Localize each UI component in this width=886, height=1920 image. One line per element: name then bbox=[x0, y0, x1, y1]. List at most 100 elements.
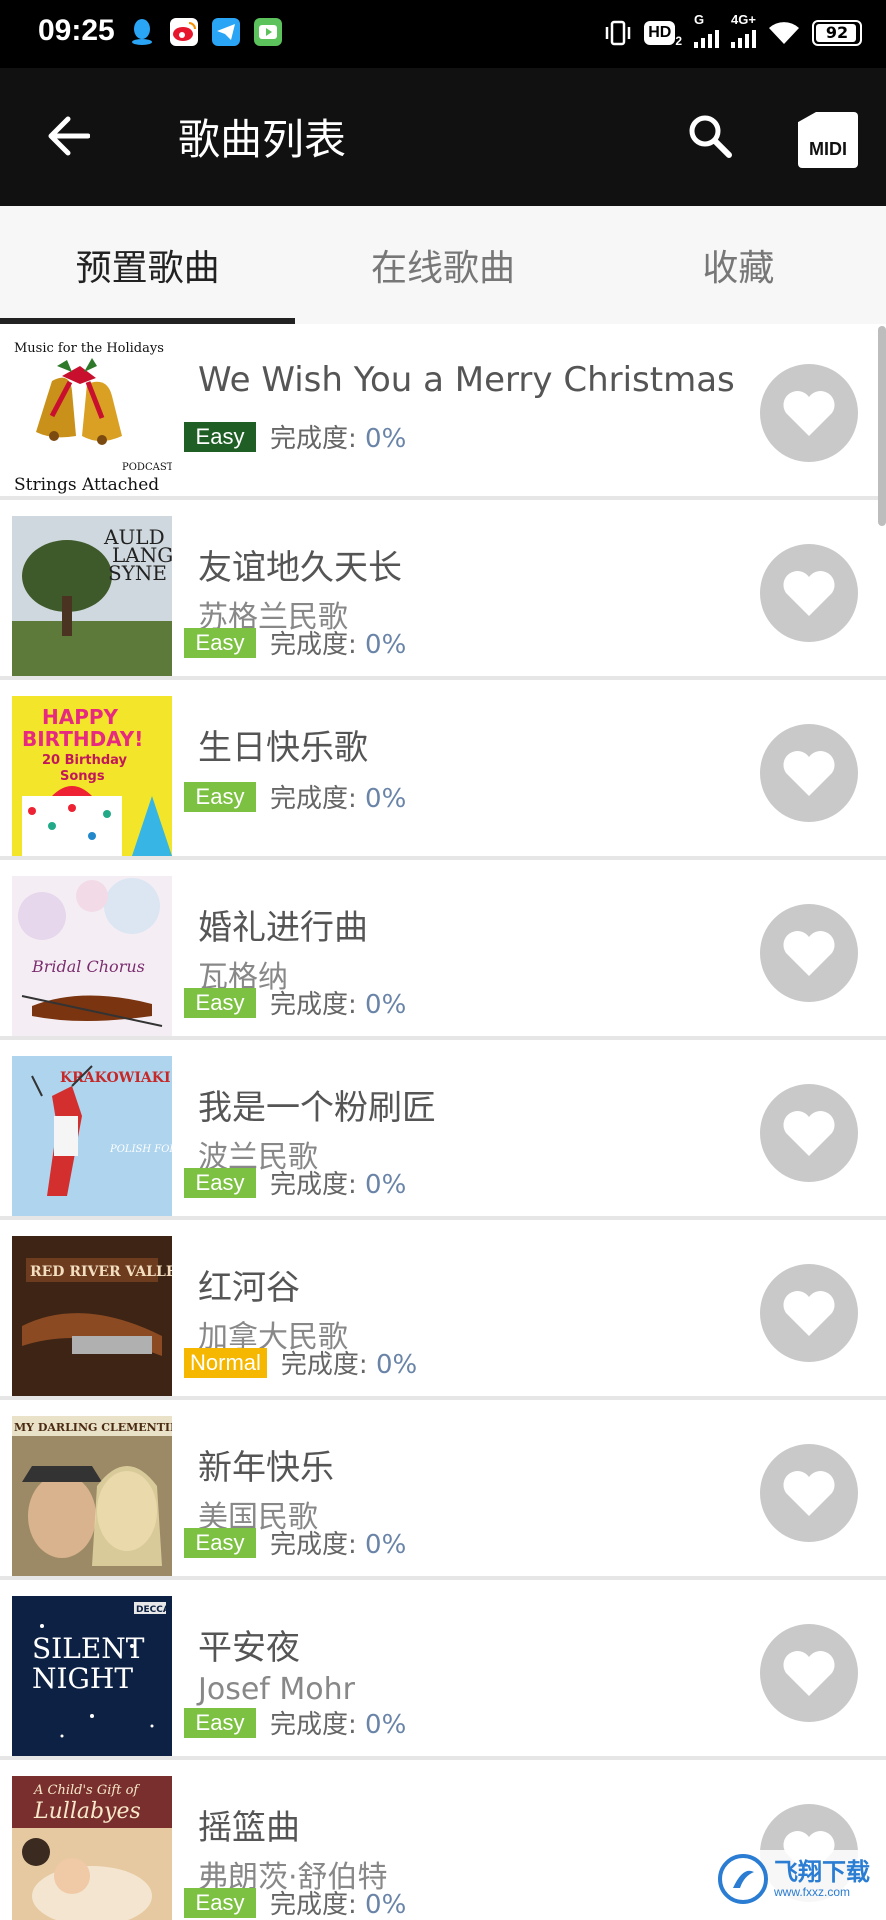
progress-label: 完成度: bbox=[270, 1170, 357, 1200]
song-meta: Easy 完成度: 0% bbox=[184, 418, 406, 455]
battery-level: 92 bbox=[825, 23, 849, 42]
back-button[interactable] bbox=[40, 108, 96, 164]
watermark-sub: www.fxxz.com bbox=[774, 1885, 851, 1899]
album-cover: KRAKOWIAKI POLISH FOLK MUSIC bbox=[12, 1056, 172, 1216]
album-cover: Music for the Holidays PODCAST Strings A… bbox=[12, 336, 172, 496]
difficulty-badge: Easy bbox=[184, 1167, 256, 1198]
cover-text: Lullabyes bbox=[33, 1799, 141, 1824]
progress-text: 完成度: 0% bbox=[270, 1884, 406, 1920]
progress-text: 完成度: 0% bbox=[270, 1164, 406, 1201]
song-title: 友谊地久天长 bbox=[198, 548, 402, 588]
song-title: We Wish You a Merry Christmas bbox=[198, 360, 735, 400]
favorite-button[interactable] bbox=[760, 1444, 858, 1542]
difficulty-badge: Easy bbox=[184, 421, 256, 452]
album-cover: Bridal Chorus bbox=[12, 876, 172, 1036]
watermark-text: 飞翔下载 www.fxxz.com bbox=[774, 1859, 870, 1899]
progress-value: 0% bbox=[365, 1890, 407, 1920]
heart-icon bbox=[783, 1650, 835, 1696]
difficulty-badge: Easy bbox=[184, 1887, 256, 1918]
favorite-button[interactable] bbox=[760, 1264, 858, 1362]
heart-icon bbox=[783, 1290, 835, 1336]
difficulty-badge: Easy bbox=[184, 1707, 256, 1738]
song-meta: Easy 完成度: 0% bbox=[184, 984, 406, 1021]
progress-label: 完成度: bbox=[270, 784, 357, 814]
cover-text: SYNE bbox=[108, 561, 167, 585]
cover-text: BIRTHDAY! bbox=[22, 727, 143, 751]
song-meta: Easy 完成度: 0% bbox=[184, 1704, 406, 1741]
progress-value: 0% bbox=[365, 1710, 407, 1740]
watermark: 飞翔下载 www.fxxz.com bbox=[718, 1850, 878, 1908]
song-row[interactable]: Music for the Holidays PODCAST Strings A… bbox=[0, 324, 886, 500]
song-title: 我是一个粉刷匠 bbox=[198, 1088, 436, 1128]
album-cover: DECCA SILENT NIGHT bbox=[12, 1596, 172, 1756]
favorite-button[interactable] bbox=[760, 1084, 858, 1182]
telegram-icon bbox=[212, 18, 240, 46]
tab-preset-songs[interactable]: 预置歌曲 bbox=[0, 206, 296, 324]
progress-label: 完成度: bbox=[280, 1350, 368, 1380]
song-title: 红河谷 bbox=[198, 1268, 300, 1308]
battery-icon: 92 bbox=[812, 20, 862, 46]
song-meta: Easy 完成度: 0% bbox=[184, 1884, 406, 1920]
song-row[interactable]: Bridal Chorus 婚礼进行曲 瓦格纳 Easy 完成度: 0% bbox=[0, 864, 886, 1040]
page-title: 歌曲列表 bbox=[178, 115, 347, 164]
midi-file-button[interactable]: MIDI bbox=[798, 112, 858, 168]
signal-4g-icon: 4G+ bbox=[731, 12, 756, 48]
cover-text: RED RIVER VALLEY bbox=[30, 1264, 172, 1280]
app-header: 歌曲列表 MIDI bbox=[0, 68, 886, 206]
hd-icon: HD 2 bbox=[644, 18, 682, 48]
heart-icon bbox=[783, 570, 835, 616]
progress-label: 完成度: bbox=[270, 1530, 357, 1560]
progress-value: 0% bbox=[365, 784, 407, 814]
favorite-button[interactable] bbox=[760, 724, 858, 822]
song-row[interactable]: DECCA SILENT NIGHT 平安夜 Josef Mohr Easy 完… bbox=[0, 1584, 886, 1760]
progress-label: 完成度: bbox=[270, 990, 357, 1020]
tab-favorites[interactable]: 收藏 bbox=[591, 206, 886, 324]
song-meta: Easy 完成度: 0% bbox=[184, 624, 406, 661]
progress-text: 完成度: 0% bbox=[281, 1344, 417, 1381]
song-row[interactable]: AULD LANG SYNE 友谊地久天长 苏格兰民歌 Easy 完成度: 0% bbox=[0, 504, 886, 680]
cover-text: POLISH FOLK MUSIC bbox=[109, 1144, 172, 1155]
song-row[interactable]: MY DARLING CLEMENTINE 新年快乐 美国民歌 Easy 完成度… bbox=[0, 1404, 886, 1580]
status-app-icons bbox=[128, 18, 282, 46]
scrollbar[interactable] bbox=[878, 326, 886, 526]
search-button[interactable] bbox=[682, 108, 738, 164]
favorite-button[interactable] bbox=[760, 364, 858, 462]
difficulty-badge: Easy bbox=[184, 781, 256, 812]
cover-text: A Child's Gift of bbox=[33, 1783, 140, 1798]
favorite-button[interactable] bbox=[760, 1624, 858, 1722]
song-title: 生日快乐歌 bbox=[198, 728, 368, 768]
progress-text: 完成度: 0% bbox=[270, 1524, 406, 1561]
song-meta: Easy 完成度: 0% bbox=[184, 1524, 406, 1561]
cover-text: Music for the Holidays bbox=[14, 341, 164, 356]
tab-bar: 预置歌曲 在线歌曲 收藏 bbox=[0, 206, 886, 324]
midi-label: MIDI bbox=[809, 139, 847, 159]
tab-online-songs[interactable]: 在线歌曲 bbox=[295, 206, 590, 324]
progress-value: 0% bbox=[365, 1530, 407, 1560]
wifi-icon bbox=[768, 18, 800, 48]
cover-text: Strings Attached bbox=[14, 475, 159, 495]
song-row[interactable]: KRAKOWIAKI POLISH FOLK MUSIC 我是一个粉刷匠 波兰民… bbox=[0, 1044, 886, 1220]
heart-icon bbox=[783, 1110, 835, 1156]
album-cover: HAPPY BIRTHDAY! 20 Birthday Songs bbox=[12, 696, 172, 856]
progress-value: 0% bbox=[365, 424, 407, 454]
search-icon bbox=[689, 115, 732, 158]
cover-text: HAPPY bbox=[42, 705, 119, 729]
song-row[interactable]: RED RIVER VALLEY 红河谷 加拿大民歌 Normal 完成度: 0… bbox=[0, 1224, 886, 1400]
difficulty-badge: Easy bbox=[184, 627, 256, 658]
progress-value: 0% bbox=[375, 1350, 418, 1380]
favorite-button[interactable] bbox=[760, 904, 858, 1002]
weibo-icon bbox=[170, 18, 198, 46]
back-arrow-icon bbox=[48, 116, 90, 156]
progress-text: 完成度: 0% bbox=[270, 778, 406, 815]
progress-label: 完成度: bbox=[270, 1890, 357, 1920]
hd-label: HD bbox=[644, 21, 676, 45]
signal-g-icon: G bbox=[694, 12, 719, 48]
song-row[interactable]: HAPPY BIRTHDAY! 20 Birthday Songs 生日快乐歌 … bbox=[0, 684, 886, 860]
song-meta: Easy 完成度: 0% bbox=[184, 1164, 406, 1201]
album-cover: RED RIVER VALLEY bbox=[12, 1236, 172, 1396]
heart-icon bbox=[783, 1470, 835, 1516]
watermark-logo-icon bbox=[718, 1854, 768, 1904]
song-title: 平安夜 bbox=[198, 1628, 300, 1668]
favorite-button[interactable] bbox=[760, 544, 858, 642]
album-cover: MY DARLING CLEMENTINE bbox=[12, 1416, 172, 1576]
